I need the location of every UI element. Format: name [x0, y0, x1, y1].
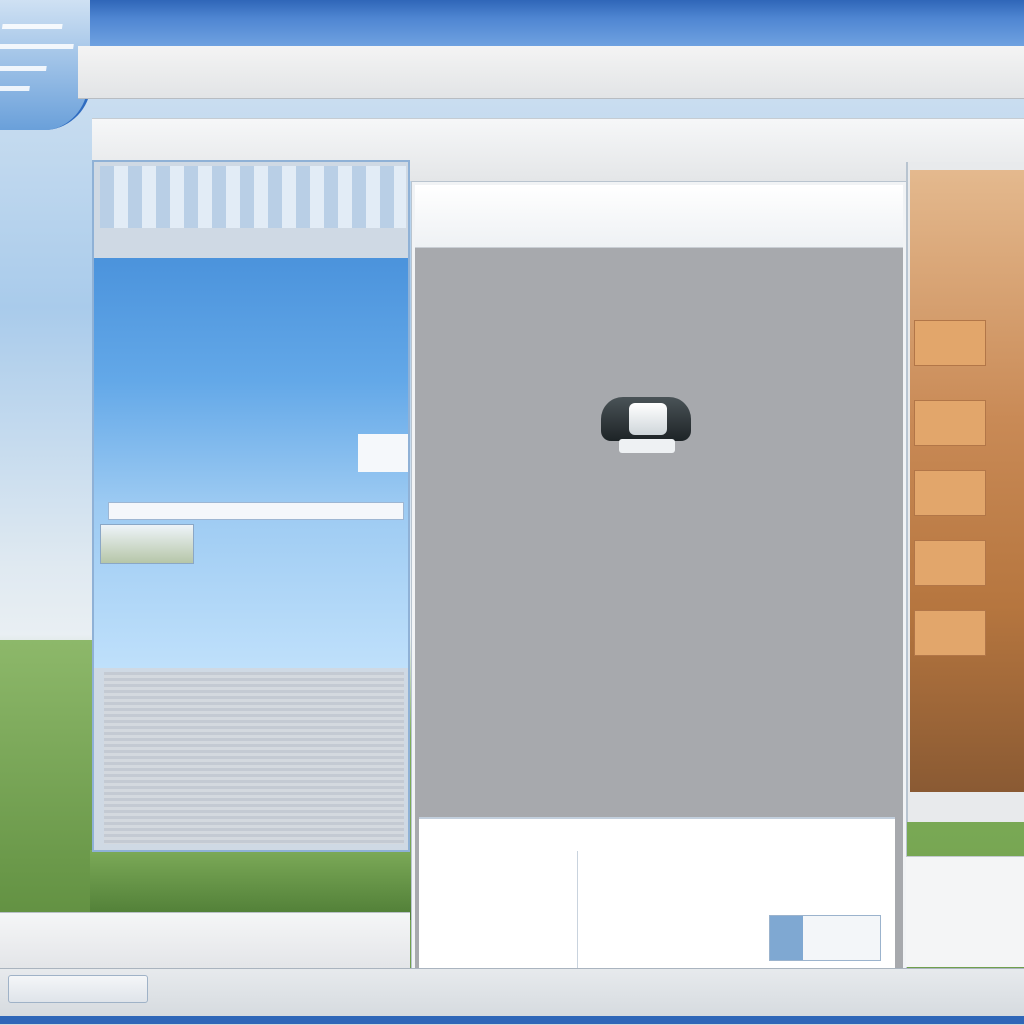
- corner-line: [1, 24, 63, 29]
- left-thumbnail-strip: [100, 166, 406, 228]
- footer-thumbnail[interactable]: [769, 915, 881, 961]
- left-gray-area: [104, 672, 404, 844]
- dialog-header: [415, 185, 903, 248]
- wallpaper-grass: [90, 850, 420, 920]
- right-window[interactable]: [906, 162, 1024, 822]
- dialog-footer: [419, 817, 895, 987]
- photo-detail: [914, 470, 986, 516]
- center-dialog[interactable]: [412, 182, 906, 992]
- corner-line: [0, 86, 30, 91]
- panel-preview-image: [100, 524, 194, 564]
- photo-detail: [914, 320, 986, 366]
- footer-divider: [577, 851, 578, 971]
- bottom-toolbar: [0, 912, 410, 969]
- panel-input[interactable]: [108, 502, 404, 520]
- taskbar-button[interactable]: [8, 975, 148, 1003]
- taskbar-accent: [0, 1016, 1024, 1024]
- photo-detail: [914, 400, 986, 446]
- photo-image: [910, 170, 1024, 792]
- right-lower-panel: [906, 856, 1024, 967]
- photo-detail: [914, 610, 986, 656]
- camera-icon: [601, 397, 691, 455]
- left-blue-panel: [94, 258, 408, 668]
- corner-line: [0, 66, 47, 71]
- panel-button[interactable]: [358, 434, 408, 472]
- photo-detail: [914, 540, 986, 586]
- menu-bar: [78, 46, 1024, 99]
- left-window[interactable]: [92, 160, 410, 852]
- corner-line: [0, 44, 74, 49]
- title-bar[interactable]: [90, 0, 1024, 48]
